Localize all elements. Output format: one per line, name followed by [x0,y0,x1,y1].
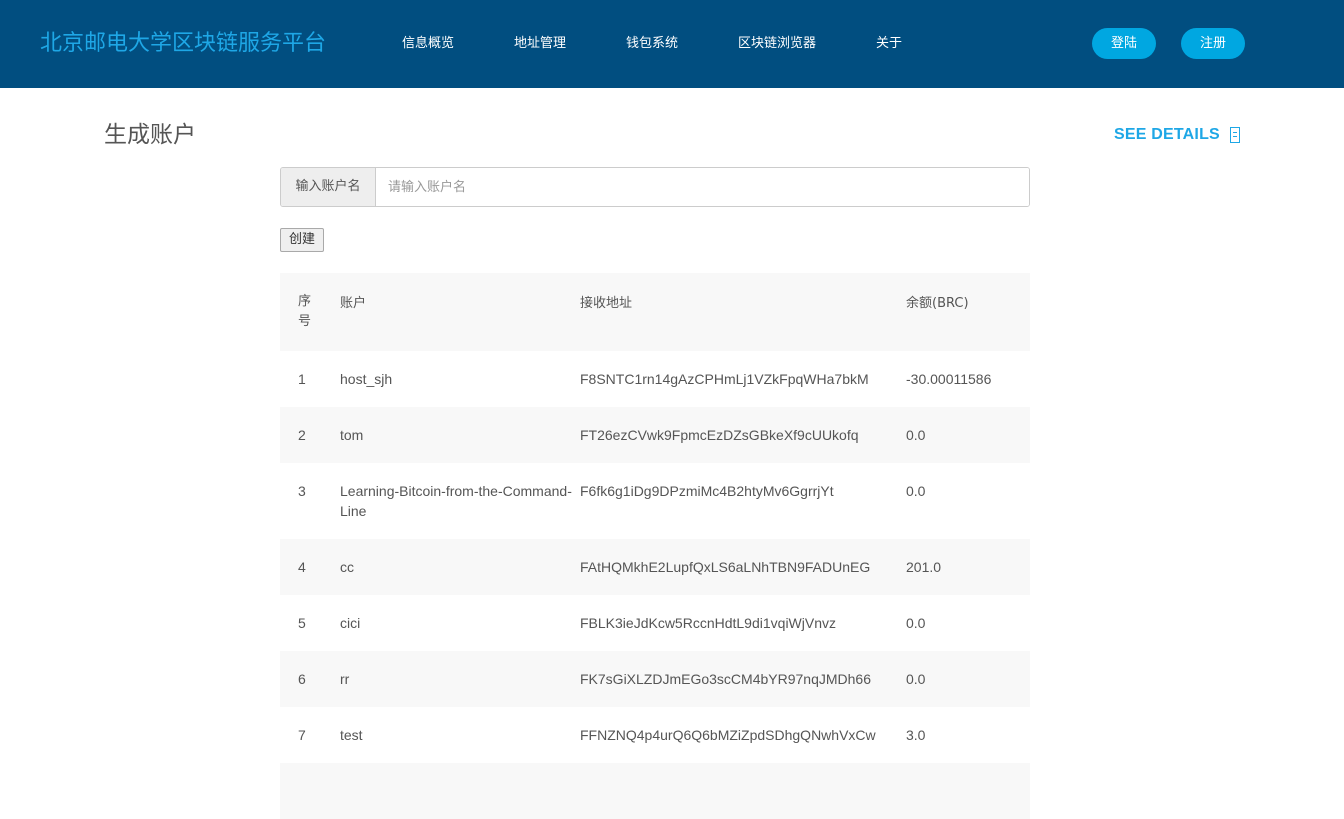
create-account-button[interactable]: 创建 [280,228,325,252]
cell-address: FFNZNQ4p4urQ6Q6bMZiZpdSDhgQNwhVxCw [580,727,876,743]
account-name-addon-label: 输入账户名 [281,168,376,206]
nav-item-wallet-system[interactable]: 钱包系统 [626,35,678,53]
table-row: 7 test FFNZNQ4p4urQ6Q6bMZiZpdSDhgQNwhVxC… [280,707,1030,763]
cell-index [280,763,340,819]
cell-address: F6fk6g1iDg9DPzmiMc4B2htyMv6GgrrjYt [580,483,834,499]
top-navbar: 北京邮电大学区块链服务平台 信息概览 地址管理 钱包系统 区块链浏览器 关于 登… [0,0,1344,88]
table-header-row: 序号 账户 接收地址 余额(BRC) [280,273,1030,351]
cell-account: rr [340,671,350,687]
cell-index: 1 [298,371,306,387]
nav-item-address-management[interactable]: 地址管理 [514,35,566,53]
nav-item-overview[interactable]: 信息概览 [402,35,454,53]
cell-address: FT26ezCVwk9FpmcEzDZsGBkeXf9cUUkofq [580,427,859,443]
document-icon [1229,127,1240,143]
account-name-input-group: 输入账户名 [280,167,1030,207]
see-details-link[interactable]: SEE DETAILS [1114,123,1240,147]
cell-account [340,763,580,819]
cell-account: test [340,727,363,743]
cell-balance: 201.0 [906,559,942,575]
table-row: 3 Learning-Bitcoin-from-the-Command-Line… [280,463,1030,539]
cell-address: F8SNTC1rn14gAzCPHmLj1VZkFpqWHa7bkM [580,371,869,387]
table-row: 4 cc FAtHQMkhE2LupfQxLS6aLNhTBN9FADUnEG … [280,539,1030,595]
cell-account: host_sjh [340,371,393,387]
cell-account: tom [340,427,364,443]
page-title: 生成账户 [104,122,196,148]
cell-index: 7 [298,727,306,743]
register-button[interactable]: 注册 [1181,28,1245,59]
cell-index: 2 [298,427,306,443]
header-account: 账户 [340,296,367,311]
cell-index: 3 [298,483,306,499]
see-details-label: SEE DETAILS [1114,126,1220,143]
cell-account: Learning-Bitcoin-from-the-Command-Line [340,483,572,519]
cell-index: 4 [298,559,306,575]
cell-address: FAtHQMkhE2LupfQxLS6aLNhTBN9FADUnEG [580,559,871,575]
header-address: 接收地址 [580,296,633,311]
nav-item-about[interactable]: 关于 [876,35,902,53]
accounts-table: 序号 账户 接收地址 余额(BRC) 1 host_sjh F8SNTC1rn1… [280,273,1030,819]
cell-address: FK7sGiXLZDJmEGo3scCM4bYR97nqJMDh66 [580,671,871,687]
cell-balance: 0.0 [906,671,926,687]
cell-balance: 0.0 [906,483,926,499]
cell-account: cc [340,559,354,575]
cell-account: cici [340,615,361,631]
cell-index: 5 [298,615,306,631]
table-row: 2 tom FT26ezCVwk9FpmcEzDZsGBkeXf9cUUkofq… [280,407,1030,463]
cell-balance: -30.00011586 [906,371,992,387]
header-balance: 余额(BRC) [906,296,969,311]
cell-address: FBLK3ieJdKcw5RccnHdtL9di1vqiWjVnvz [580,615,836,631]
cell-balance [906,763,1030,819]
cell-address [580,763,906,819]
account-name-input[interactable] [376,168,1029,206]
table-row: 5 cici FBLK3ieJdKcw5RccnHdtL9di1vqiWjVnv… [280,595,1030,651]
table-row: 1 host_sjh F8SNTC1rn14gAzCPHmLj1VZkFpqWH… [280,351,1030,407]
table-row: 6 rr FK7sGiXLZDJmEGo3scCM4bYR97nqJMDh66 … [280,651,1030,707]
table-row [280,763,1030,819]
brand-title[interactable]: 北京邮电大学区块链服务平台 [40,28,326,60]
cell-balance: 3.0 [906,727,926,743]
header-index: 序号 [298,294,312,329]
login-button[interactable]: 登陆 [1092,28,1156,59]
cell-balance: 0.0 [906,615,926,631]
cell-balance: 0.0 [906,427,926,443]
cell-index: 6 [298,671,306,687]
nav-item-blockchain-explorer[interactable]: 区块链浏览器 [738,35,816,53]
